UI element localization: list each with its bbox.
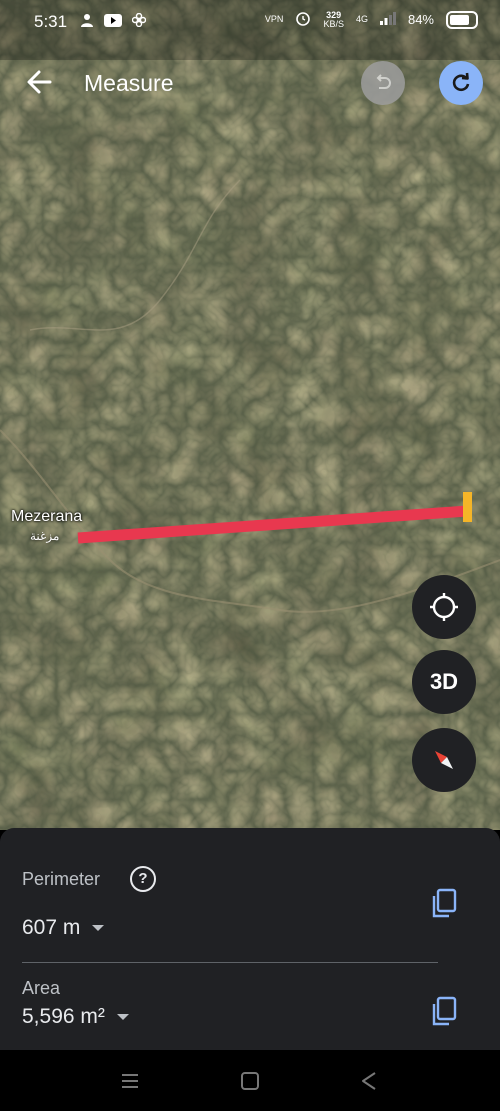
battery-level: 84% [407,12,434,27]
fan-icon [131,12,147,30]
youtube-icon [104,13,122,30]
caret-down-icon [116,1014,129,1020]
copy-area-button[interactable] [430,996,458,1028]
system-nav-bar [0,1050,500,1111]
account-icon [80,13,94,30]
undo-icon [376,74,391,89]
copy-perimeter-button[interactable] [430,888,458,920]
perimeter-value: 607 m [22,916,81,939]
divider [22,962,438,963]
arrow-back-icon [27,70,52,94]
area-value: 5,596 m² [22,1005,105,1028]
net-speed: 329 KB/S [323,9,344,29]
top-bar: Measure [0,58,500,108]
area-label: Area [22,978,61,998]
help-icon[interactable]: ? [130,866,156,892]
compass-button[interactable] [412,728,476,792]
triangle-back-icon [362,1072,376,1090]
place-label: Mezerana [11,508,83,525]
area-value-dropdown[interactable]: 5,596 m² [22,1005,129,1029]
vpn-icon: VPN [264,14,284,24]
measure-panel: Perimeter ? 607 m Area 5,596 m² [0,828,500,1050]
home-button[interactable] [239,1070,261,1092]
menu-icon [122,1074,138,1088]
my-location-button[interactable] [412,575,476,639]
back-button[interactable] [22,64,58,100]
compass-icon [435,751,453,769]
copy-icon [432,888,457,918]
status-time: 5:31 [34,12,68,31]
battery-icon [446,10,478,29]
home-square-icon [241,1072,259,1090]
redo-button[interactable] [439,61,483,105]
place-label-arabic: مزغنة [30,529,60,543]
status-bar: 5:31 VPN 329 KB/S 4G 84% [0,0,500,44]
network-type: 4G [355,14,368,24]
crosshair-icon [430,593,458,621]
signal-icon [379,11,396,28]
back-nav-button[interactable] [358,1070,380,1092]
caret-down-icon [92,925,105,931]
3d-toggle-button[interactable]: 3D [412,650,476,714]
redo-icon [452,72,470,92]
perimeter-value-dropdown[interactable]: 607 m [22,916,105,940]
copy-icon [432,996,457,1026]
measure-endpoint-handle[interactable] [463,492,472,522]
perimeter-label: Perimeter [22,869,101,889]
alarm-icon [295,10,311,29]
page-title: Measure [84,70,174,96]
undo-button[interactable] [361,61,405,105]
recents-button[interactable] [119,1070,141,1092]
